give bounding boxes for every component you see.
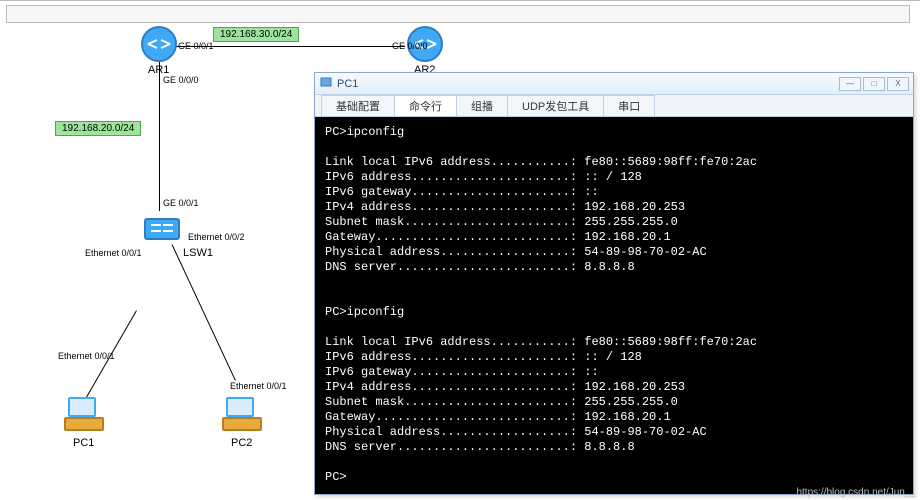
minimize-button[interactable]: —: [839, 77, 861, 91]
maximize-button[interactable]: □: [863, 77, 885, 91]
link-ar1-lsw1[interactable]: [159, 61, 160, 211]
subnet-ar1-ar2[interactable]: 192.168.30.0/24: [213, 27, 299, 42]
port-ar1-down: GE 0/0/0: [163, 75, 199, 85]
tab-multicast[interactable]: 组播: [456, 95, 508, 116]
tab-cli[interactable]: 命令行: [394, 95, 457, 116]
separator-bar: [6, 5, 910, 23]
link-lsw1-pc2[interactable]: [172, 244, 236, 380]
titlebar[interactable]: PC1 — □ X: [315, 73, 913, 95]
port-lsw1-left: Ethernet 0/0/1: [85, 248, 142, 258]
pc-icon: [63, 396, 105, 436]
pc1-terminal-window[interactable]: PC1 — □ X 基础配置 命令行 组播 UDP发包工具 串口 PC>ipco…: [314, 72, 914, 495]
window-title: PC1: [337, 78, 837, 90]
device-pc2[interactable]: [220, 396, 264, 440]
tab-udp-tool[interactable]: UDP发包工具: [507, 95, 604, 116]
port-ar1-right: GE 0/0/1: [178, 41, 214, 51]
router-icon: [140, 25, 178, 63]
subnet-ar1-lsw1[interactable]: 192.168.20.0/24: [55, 121, 141, 136]
tab-strip: 基础配置 命令行 组播 UDP发包工具 串口: [315, 95, 913, 117]
port-pc2-up: Ethernet 0/0/1: [230, 381, 287, 391]
close-button[interactable]: X: [887, 77, 909, 91]
window-icon: [319, 75, 333, 92]
device-lsw1[interactable]: [140, 211, 184, 255]
label-pc2: PC2: [231, 437, 252, 449]
label-lsw1: LSW1: [183, 247, 213, 259]
port-lsw1-up: GE 0/0/1: [163, 198, 199, 208]
watermark: https://blog.csdn.net/Jun__: [796, 487, 916, 498]
port-pc1-up: Ethernet 0/0/1: [58, 351, 115, 361]
port-lsw1-right: Ethernet 0/0/2: [188, 232, 245, 242]
tab-serial[interactable]: 串口: [603, 95, 655, 116]
terminal-output[interactable]: PC>ipconfig Link local IPv6 address.....…: [315, 117, 913, 494]
device-ar1[interactable]: [137, 25, 181, 69]
label-pc1: PC1: [73, 437, 94, 449]
pc-icon: [221, 396, 263, 436]
tab-basic-config[interactable]: 基础配置: [321, 95, 395, 116]
port-ar2-left: GE 0/0/0: [392, 41, 428, 51]
switch-icon: [141, 211, 183, 245]
device-pc1[interactable]: [62, 396, 106, 440]
